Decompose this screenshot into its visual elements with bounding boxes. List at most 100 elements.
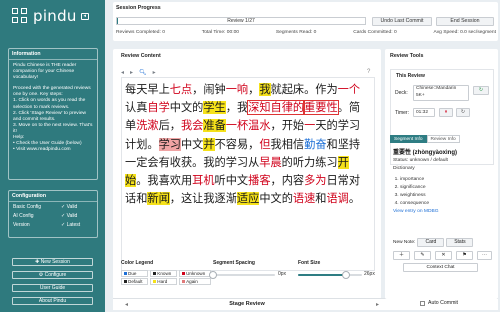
- tab-review-info[interactable]: Review Info: [426, 135, 460, 143]
- text-segment[interactable]: 七点: [170, 83, 192, 96]
- text-segment[interactable]: 天的: [315, 119, 337, 132]
- text-segment[interactable]: 我相信: [271, 138, 305, 151]
- tab-segment-info[interactable]: Segment Info: [390, 135, 427, 143]
- mdbg-link[interactable]: View entry on MDBG: [393, 208, 491, 216]
- text-segment[interactable]: ，内容: [271, 174, 305, 187]
- help-line[interactable]: • Visit www.readpindu.com: [13, 147, 93, 153]
- segment-spacing-slider[interactable]: [209, 271, 275, 279]
- text-segment[interactable]: 中文的: [259, 192, 293, 205]
- text-segment[interactable]: 中文: [181, 138, 203, 151]
- text-segment[interactable]: 一响: [226, 83, 248, 96]
- segment-spacing-value: 0px: [278, 271, 287, 277]
- text-segment[interactable]: 深知自律的: [247, 100, 306, 116]
- undo-commit-button[interactable]: Undo Last Commit: [372, 17, 432, 26]
- user-guide-button[interactable]: User Guide: [12, 284, 93, 292]
- stats-button[interactable]: Stats: [446, 238, 474, 247]
- text-segment[interactable]: 不容易，: [215, 138, 260, 151]
- text-segment[interactable]: ，我: [226, 101, 248, 114]
- next-segment-icon[interactable]: ▸: [130, 69, 133, 76]
- legend-item: Default: [121, 278, 149, 285]
- prev-segment-icon[interactable]: ◂: [121, 69, 124, 76]
- logo-icon: [12, 8, 28, 24]
- refresh-icon[interactable]: ↻: [473, 86, 489, 95]
- text-segment[interactable]: 早晨: [259, 156, 281, 169]
- text-segment[interactable]: ，这让我逐渐: [170, 192, 237, 205]
- text-segment[interactable]: 语速: [293, 192, 315, 205]
- text-segment[interactable]: 。我喜欢用: [136, 174, 192, 187]
- text-segment[interactable]: 听中文: [215, 174, 249, 187]
- edit-icon[interactable]: ✎: [414, 251, 431, 260]
- text-segment[interactable]: 和: [327, 138, 338, 151]
- reset-timer-icon[interactable]: ↻: [456, 108, 470, 117]
- text-segment[interactable]: 中文的: [170, 101, 204, 114]
- text-segment[interactable]: 。: [147, 138, 158, 151]
- definition-item: significance: [400, 184, 491, 192]
- review-title: Review Content: [121, 53, 161, 59]
- text-segment[interactable]: ，开始: [271, 119, 305, 132]
- text-segment[interactable]: 播客: [248, 174, 270, 187]
- text-segment[interactable]: 。: [338, 101, 349, 114]
- text-segment[interactable]: 温水: [248, 119, 270, 132]
- text-segment[interactable]: ，: [248, 83, 259, 96]
- auto-commit-toggle[interactable]: Auto Commit: [420, 300, 458, 306]
- play-icon[interactable]: ▸: [153, 69, 156, 76]
- text-segment[interactable]: 日常: [326, 174, 348, 187]
- stage-review-button[interactable]: Stage Review: [113, 299, 381, 310]
- tag-icon[interactable]: ⚑: [456, 251, 473, 260]
- text-segment[interactable]: 自学: [147, 101, 169, 114]
- text-segment[interactable]: 准备: [203, 119, 226, 133]
- text-segment[interactable]: 勤奋: [304, 138, 326, 151]
- text-segment[interactable]: 我: [259, 83, 271, 96]
- text-segment[interactable]: 一个: [338, 83, 360, 96]
- text-segment[interactable]: 就起床。作为: [271, 83, 338, 96]
- help-icon[interactable]: ?: [367, 69, 370, 75]
- text-segment[interactable]: 学生: [203, 101, 226, 115]
- font-size-knob[interactable]: [342, 271, 350, 279]
- about-button[interactable]: About Pindu: [12, 297, 93, 305]
- card-button[interactable]: Card: [417, 238, 445, 247]
- segment-spacing-knob[interactable]: [209, 271, 217, 279]
- legend-swatch: [124, 272, 127, 275]
- logo-text: pindu: [33, 7, 77, 25]
- text-segment[interactable]: 洗漱: [136, 119, 158, 132]
- auto-commit-checkbox[interactable]: [420, 300, 425, 306]
- text-segment[interactable]: 后，: [159, 119, 181, 132]
- config-value: ✓ Latest: [61, 222, 81, 228]
- text-segment[interactable]: 和: [315, 192, 326, 205]
- text-segment[interactable]: 一杯: [226, 119, 248, 132]
- text-segment[interactable]: 并: [203, 137, 215, 151]
- collapse-sidebar-icon[interactable]: ◂: [80, 12, 89, 20]
- info-box: Information Pindu Chinese is THE reader …: [8, 48, 98, 180]
- zoom-icon[interactable]: 🔍︎: [139, 69, 147, 76]
- legend-swatch: [182, 272, 186, 275]
- font-size-slider[interactable]: [298, 271, 362, 279]
- text-segment[interactable]: 耳机: [192, 174, 214, 187]
- text-segment[interactable]: 但: [259, 138, 270, 151]
- text-segment[interactable]: 重要性: [303, 100, 339, 116]
- pause-icon[interactable]: ⏸: [439, 108, 453, 117]
- new-session-button[interactable]: ✚ New Session: [12, 258, 93, 266]
- configure-button[interactable]: ⚙ Configure: [12, 271, 93, 279]
- text-segment[interactable]: 适应: [236, 192, 260, 206]
- text-segment[interactable]: 一: [304, 119, 315, 132]
- context-chat-button[interactable]: Context Chat: [403, 263, 478, 272]
- text-segment[interactable]: 我会: [181, 119, 203, 132]
- text-segment[interactable]: 多为: [304, 174, 326, 187]
- text-segment[interactable]: 的听力练习: [282, 156, 338, 169]
- text-segment[interactable]: ，闹钟: [192, 83, 226, 96]
- next-review-icon[interactable]: ▸: [376, 301, 379, 308]
- delete-icon[interactable]: ✕: [435, 251, 452, 260]
- text-segment[interactable]: 认真: [125, 101, 147, 114]
- text-segment[interactable]: 学习: [158, 137, 181, 151]
- more-icon[interactable]: ⋯: [477, 251, 492, 260]
- text-segment[interactable]: 语调: [326, 192, 348, 205]
- info-step: 2. Click 'Stage Review' to preview and c…: [13, 110, 87, 122]
- text-segment[interactable]: 。: [349, 192, 360, 205]
- info-step: 3. Move on to the next review. That's it…: [13, 122, 93, 134]
- config-label: Version: [13, 222, 30, 228]
- end-session-button[interactable]: End Session: [436, 17, 494, 26]
- add-icon[interactable]: ＋: [393, 251, 410, 260]
- text-segment[interactable]: 新闻: [147, 192, 170, 206]
- deck-select[interactable]: Chinese::Mandarin 5K+: [413, 85, 469, 101]
- text-segment[interactable]: 每天早上: [125, 83, 170, 96]
